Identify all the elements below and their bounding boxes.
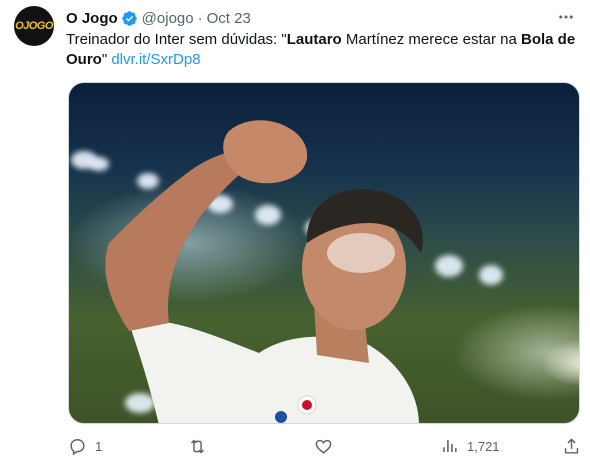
tweet-text: Treinador do Inter sem dúvidas: "Lautaro… [66, 30, 576, 70]
more-options-icon[interactable] [556, 7, 576, 27]
author-handle[interactable]: @ojogo [142, 10, 194, 27]
author-name[interactable]: O Jogo [66, 10, 118, 27]
avatar-logo-text: OJOGO [15, 20, 53, 32]
tweet-date[interactable]: Oct 23 [207, 10, 251, 27]
views-button[interactable]: 1,721 [440, 432, 500, 460]
views-icon [443, 439, 457, 452]
reply-button[interactable]: 1 [68, 432, 102, 460]
tweet[interactable]: OJOGO O Jogo @ojogo · Oct 23 Treinador d… [0, 0, 590, 472]
action-bar: 1 1,721 [0, 432, 590, 460]
reply-count: 1 [95, 438, 103, 454]
tweet-photo[interactable] [68, 82, 580, 424]
like-button[interactable] [314, 432, 341, 460]
tweet-text-part-3: " [101, 51, 112, 68]
retweet-button[interactable] [188, 432, 215, 460]
verified-badge-icon [121, 10, 137, 26]
avatar[interactable]: OJOGO [14, 6, 54, 46]
share-button[interactable] [562, 432, 581, 460]
player-illustration [105, 120, 423, 423]
tweet-text-part-1: Treinador do Inter sem dúvidas: " [66, 31, 287, 48]
retweet-icon [191, 439, 204, 453]
reply-icon [70, 438, 85, 455]
share-icon [564, 437, 579, 454]
heart-icon [315, 439, 332, 454]
separator-dot: · [197, 9, 203, 27]
views-count: 1,721 [467, 438, 500, 454]
tweet-text-bold-1: Lautaro [286, 31, 342, 48]
tweet-link[interactable]: dlvr.it/SxrDp8 [111, 51, 200, 68]
tweet-text-part-2: Martínez merece estar na [341, 31, 521, 48]
tweet-header: O Jogo @ojogo · Oct 23 [66, 8, 251, 28]
